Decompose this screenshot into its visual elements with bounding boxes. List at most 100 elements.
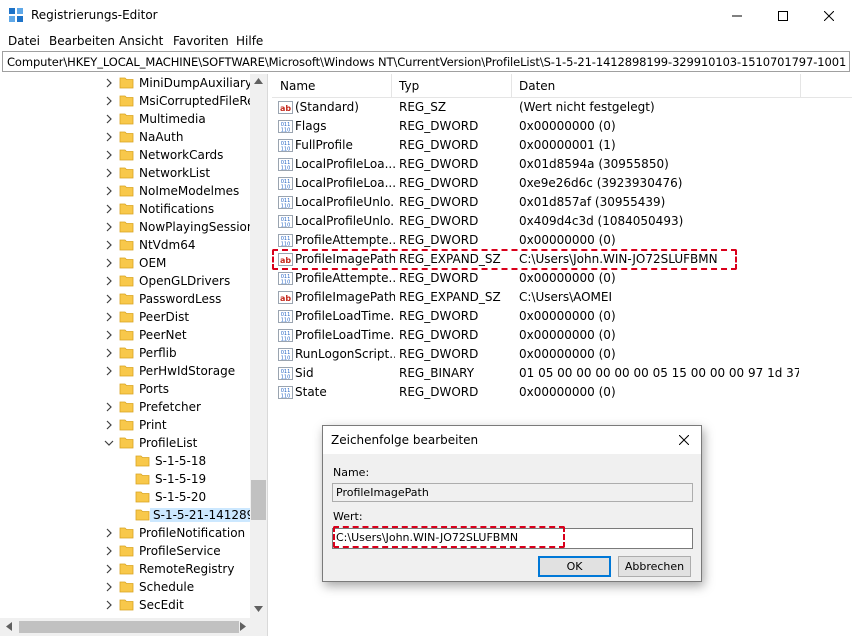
chevron-right-icon[interactable]: [104, 329, 114, 341]
tree-item[interactable]: PerHwIdStorage: [0, 362, 250, 380]
value-row[interactable]: 011 110 ProfileAttempte... REG_DWORD 0x00000…: [276, 269, 796, 288]
value-row[interactable]: 011 110 LocalProfileLoa... REG_DWORD 0x01d85…: [276, 155, 796, 174]
value-row[interactable]: 011 110 Sid REG_BINARY 01 05 00 00 00 00 00 …: [276, 364, 799, 383]
tree-item[interactable]: PasswordLess: [0, 290, 250, 308]
chevron-right-icon[interactable]: [104, 419, 114, 431]
chevron-right-icon[interactable]: [104, 221, 114, 233]
tree-item[interactable]: Prefetcher: [0, 398, 250, 416]
chevron-right-icon[interactable]: [104, 347, 114, 359]
tree-item[interactable]: ProfileService: [0, 542, 250, 560]
scroll-down-arrow-icon[interactable]: [254, 606, 263, 612]
value-row[interactable]: ab ProfileImagePath REG_EXPAND_SZ C:\Users\…: [276, 288, 796, 307]
value-row[interactable]: 011 110 LocalProfileUnlo... REG_DWORD 0x01d8…: [276, 193, 796, 212]
chevron-right-icon[interactable]: [104, 239, 114, 251]
ok-button[interactable]: OK: [538, 556, 611, 577]
tree-horizontal-scroll-thumb[interactable]: [19, 621, 239, 633]
value-name: LocalProfileUnlo...: [295, 195, 395, 209]
chevron-right-icon[interactable]: [104, 365, 114, 377]
tree-vertical-scroll-thumb[interactable]: [251, 480, 266, 520]
address-bar[interactable]: Computer\HKEY_LOCAL_MACHINE\SOFTWARE\Mic…: [2, 51, 850, 72]
chevron-right-icon[interactable]: [104, 203, 114, 215]
scroll-left-arrow-icon[interactable]: [6, 622, 12, 631]
tree-item[interactable]: Schedule: [0, 578, 250, 596]
tree-item[interactable]: NtVdm64: [0, 236, 250, 254]
chevron-right-icon[interactable]: [104, 185, 114, 197]
menu-bearbeiten[interactable]: Bearbeiten: [49, 34, 115, 48]
close-window-button[interactable]: [806, 0, 852, 31]
tree-item[interactable]: MsiCorruptedFileRec: [0, 92, 261, 110]
column-separator[interactable]: [391, 74, 392, 98]
menu-favoriten[interactable]: Favoriten: [173, 34, 229, 48]
value-row[interactable]: 011 110 ProfileLoadTime... REG_DWORD 0x00000…: [276, 307, 796, 326]
value-row[interactable]: 011 110 Flags REG_DWORD 0x00000000 (0): [276, 117, 796, 136]
tree-item[interactable]: NetworkCards: [0, 146, 250, 164]
chevron-down-icon[interactable]: [104, 437, 114, 449]
dialog-close-button[interactable]: [673, 430, 695, 450]
column-header-data[interactable]: Daten: [519, 79, 555, 93]
tree-item[interactable]: ProfileNotification: [0, 524, 250, 542]
chevron-right-icon[interactable]: [104, 563, 114, 575]
tree-item[interactable]: MiniDumpAuxiliaryD: [0, 74, 261, 92]
svg-text:110: 110: [281, 356, 291, 362]
chevron-right-icon[interactable]: [104, 293, 114, 305]
value-row[interactable]: 011 110 LocalProfileUnlo... REG_DWORD 0x409d…: [276, 212, 796, 231]
value-row[interactable]: 011 110 RunLogonScript... REG_DWORD 0x000000…: [276, 345, 796, 364]
tree-item[interactable]: NowPlayingSessionM: [0, 218, 265, 236]
chevron-right-icon[interactable]: [104, 95, 114, 107]
scroll-right-arrow-icon[interactable]: [240, 622, 246, 631]
chevron-right-icon[interactable]: [104, 77, 114, 89]
tree-vertical-scrollbar[interactable]: [250, 74, 267, 618]
chevron-right-icon[interactable]: [104, 311, 114, 323]
value-row[interactable]: 011 110 LocalProfileLoa... REG_DWORD 0xe9e26…: [276, 174, 796, 193]
tree-item[interactable]: RemoteRegistry: [0, 560, 250, 578]
cancel-button[interactable]: Abbrechen: [618, 556, 691, 577]
tree-item[interactable]: OpenGLDrivers: [0, 272, 250, 290]
chevron-right-icon[interactable]: [104, 527, 114, 539]
tree-item[interactable]: NetworkList: [0, 164, 250, 182]
tree-item[interactable]: S-1-5-19: [0, 470, 250, 488]
chevron-right-icon[interactable]: [104, 167, 114, 179]
maximize-button[interactable]: [760, 0, 806, 31]
chevron-right-icon[interactable]: [104, 275, 114, 287]
tree-item-label: S-1-5-19: [155, 472, 207, 486]
tree-item[interactable]: OEM: [0, 254, 250, 272]
column-header-type[interactable]: Typ: [399, 79, 419, 93]
tree-item[interactable]: Notifications: [0, 200, 250, 218]
menu-hilfe[interactable]: Hilfe: [236, 34, 263, 48]
column-separator[interactable]: [511, 74, 512, 98]
tree-item[interactable]: S-1-5-21-1412898: [0, 506, 265, 524]
chevron-right-icon[interactable]: [104, 401, 114, 413]
chevron-right-icon[interactable]: [104, 257, 114, 269]
column-separator[interactable]: [800, 74, 801, 98]
menu-datei[interactable]: Datei: [8, 34, 40, 48]
tree-item[interactable]: PeerDist: [0, 308, 250, 326]
value-row[interactable]: ab (Standard) REG_SZ (Wert nicht festgelegt…: [276, 98, 796, 117]
tree-item[interactable]: Multimedia: [0, 110, 250, 128]
chevron-right-icon[interactable]: [104, 131, 114, 143]
tree-item[interactable]: SecEdit: [0, 596, 250, 614]
tree-item[interactable]: NoImeModelmes: [0, 182, 250, 200]
tree-item[interactable]: PeerNet: [0, 326, 250, 344]
menu-ansicht[interactable]: Ansicht: [119, 34, 163, 48]
chevron-right-icon[interactable]: [104, 545, 114, 557]
value-type: REG_BINARY: [399, 366, 475, 380]
tree-item[interactable]: NaAuth: [0, 128, 250, 146]
tree-item[interactable]: ProfileList: [0, 434, 250, 452]
value-row[interactable]: 011 110 State REG_DWORD 0x00000000 (0): [276, 383, 796, 402]
value-row[interactable]: 011 110 ProfileLoadTime... REG_DWORD 0x00000…: [276, 326, 796, 345]
tree-item[interactable]: Perflib: [0, 344, 250, 362]
chevron-right-icon[interactable]: [104, 581, 114, 593]
chevron-right-icon[interactable]: [104, 599, 114, 611]
scroll-up-arrow-icon[interactable]: [254, 78, 263, 84]
value-row[interactable]: 011 110 FullProfile REG_DWORD 0x00000001 (1): [276, 136, 796, 155]
minimize-button[interactable]: [714, 0, 760, 31]
tree-item[interactable]: S-1-5-20: [0, 488, 250, 506]
tree-item[interactable]: Print: [0, 416, 250, 434]
value-name: ProfileAttempte...: [295, 233, 395, 247]
value-row[interactable]: 011 110 ProfileAttempte... REG_DWORD 0x00000…: [276, 231, 796, 250]
tree-item[interactable]: S-1-5-18: [0, 452, 250, 470]
chevron-right-icon[interactable]: [104, 113, 114, 125]
column-header-name[interactable]: Name: [280, 79, 315, 93]
chevron-right-icon[interactable]: [104, 149, 114, 161]
tree-item[interactable]: Ports: [0, 380, 250, 398]
